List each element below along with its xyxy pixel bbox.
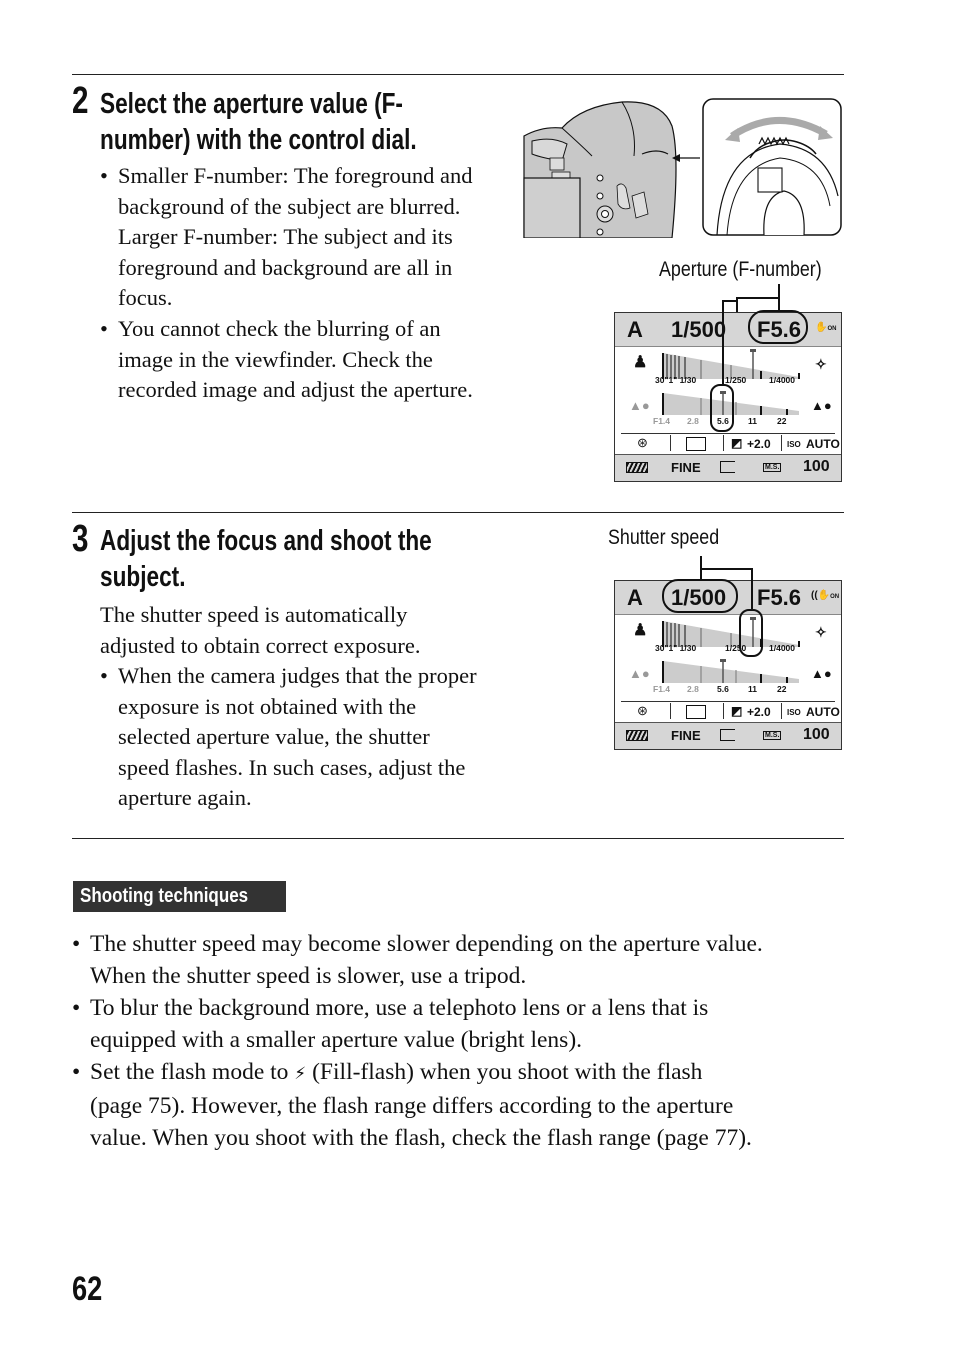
lcd-shutter-value: 1/500 — [671, 317, 727, 342]
flash-off-icon: ⊛ — [637, 703, 648, 718]
shutter-callout-label: Shutter speed — [608, 526, 720, 549]
step-2-bullets: Smaller F-number: The foreground andback… — [100, 161, 473, 406]
iso-label: ISO — [787, 708, 801, 717]
aperture-tick: F1.4 — [653, 684, 671, 694]
aperture-callout-label: Aperture (F-number) — [659, 258, 822, 281]
step-2-title-line2: number) with the control dial. — [100, 124, 417, 156]
step-3-intro: The shutter speed is automatically adjust… — [100, 602, 421, 658]
battery-icon — [626, 730, 648, 741]
shutter-tick: 30"1" 1/30 — [655, 375, 697, 385]
control-dial-closeup-icon — [702, 98, 842, 236]
aperture-tick: 2.8 — [687, 416, 699, 426]
exposure-comp-icon: ◩ — [731, 436, 743, 450]
background-blur-icon: ▲● — [629, 666, 650, 681]
lcd-mode: A — [627, 317, 643, 342]
step-3-bullets: When the camera judges that the properex… — [100, 661, 477, 814]
shots-remaining: 100 — [803, 726, 830, 743]
step-2-bullet: You cannot check the blurring of animage… — [100, 314, 473, 406]
portrait-icon: ♟ — [633, 354, 648, 371]
step-3-bullet: When the camera judges that the properex… — [100, 661, 477, 814]
aperture-tick: 11 — [748, 684, 757, 694]
aperture-tick: 22 — [777, 416, 787, 426]
aperture-tick: 5.6 — [717, 684, 729, 694]
step3-divider — [72, 512, 844, 513]
background-sharp-icon: ▲● — [811, 398, 832, 413]
fill-flash-icon: ⚡ — [294, 1064, 307, 1084]
shutter-highlight-oval — [662, 579, 738, 613]
aperture-tick: 2.8 — [687, 684, 699, 694]
iso-value: AUTO — [806, 705, 840, 719]
step-3-title: Adjust the focus and shoot the subject. — [100, 523, 432, 595]
technique-bullet: To blur the background more, use a telep… — [72, 992, 763, 1056]
lcd-aperture-value: F5.6 — [757, 585, 802, 610]
aperture-scale-highlight — [710, 384, 734, 432]
shutter-scale-highlight — [739, 609, 763, 657]
exposure-comp-value: +2.0 — [747, 705, 771, 719]
steadyshot-icon: ((✋ON — [811, 590, 840, 601]
step-2-title-line1: Select the aperture value (F- — [100, 88, 403, 120]
shutter-tick: 1/250 — [725, 375, 747, 385]
shots-remaining: 100 — [803, 458, 830, 475]
aperture-tick: 11 — [748, 416, 757, 426]
technique-bullet: Set the flash mode to ⚡ (Fill-flash) whe… — [72, 1056, 763, 1154]
aperture-highlight-oval — [748, 310, 808, 344]
page-number: 62 — [72, 1270, 103, 1308]
camera-body-icon — [523, 101, 677, 238]
aperture-tick: 22 — [777, 684, 787, 694]
sports-icon: ✧ — [815, 356, 827, 372]
step-3-title-line2: subject. — [100, 561, 186, 593]
iso-label: ISO — [787, 440, 801, 449]
steadyshot-icon: ✋ON — [815, 322, 837, 333]
shooting-techniques-heading: Shooting techniques — [73, 881, 286, 912]
camera-control-dial-illustration — [523, 98, 842, 238]
shutter-tick: 1/4000 — [769, 375, 795, 385]
step-3-number: 3 — [72, 518, 89, 560]
drive-single-icon — [686, 705, 706, 719]
image-size-icon — [720, 729, 735, 741]
background-blur-icon: ▲● — [629, 398, 650, 413]
step-3-title-line1: Adjust the focus and shoot the — [100, 525, 432, 557]
exposure-comp-value: +2.0 — [747, 437, 771, 451]
top-divider — [72, 74, 844, 75]
background-sharp-icon: ▲● — [811, 666, 832, 681]
section-divider — [72, 838, 844, 839]
portrait-icon: ♟ — [633, 622, 648, 639]
lcd-mode: A — [627, 585, 643, 610]
battery-icon — [626, 462, 648, 473]
aperture-tick: F1.4 — [653, 416, 671, 426]
step-2-number: 2 — [72, 80, 89, 122]
iso-value: AUTO — [806, 437, 840, 451]
flash-off-icon: ⊛ — [637, 435, 648, 450]
memory-card-icon: M.S. — [763, 731, 782, 740]
quality-value: FINE — [671, 460, 701, 475]
aperture-scale-bar — [662, 659, 799, 683]
step-2-bullet: Smaller F-number: The foreground andback… — [100, 161, 473, 314]
shutter-tick: 1/4000 — [769, 643, 795, 653]
step-2-title: Select the aperture value (F- number) wi… — [100, 86, 417, 158]
quality-value: FINE — [671, 728, 701, 743]
lcd-divider — [621, 433, 835, 434]
techniques-bullets: The shutter speed may become slower depe… — [72, 928, 763, 1154]
drive-single-icon — [686, 437, 706, 451]
image-size-icon — [720, 461, 735, 473]
sports-icon: ✧ — [815, 624, 827, 640]
memory-card-icon: M.S. — [763, 463, 782, 472]
shutter-tick: 30"1" 1/30 — [655, 643, 697, 653]
exposure-comp-icon: ◩ — [731, 704, 743, 718]
technique-bullet: The shutter speed may become slower depe… — [72, 928, 763, 992]
